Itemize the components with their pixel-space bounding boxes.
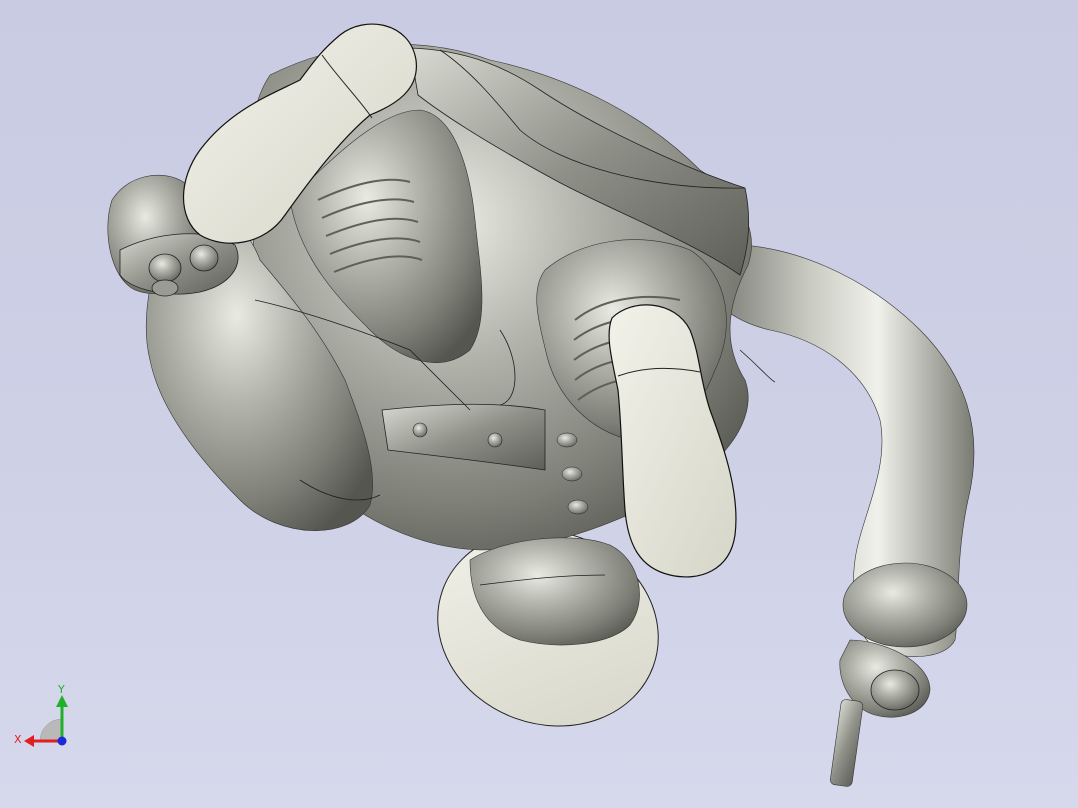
orientation-triad[interactable]: Y X [10, 683, 80, 758]
camera-lens-1 [148, 253, 182, 283]
y-axis-arrow [56, 695, 68, 707]
coat-button-2 [561, 466, 583, 482]
belt-rivet-2 [487, 432, 503, 448]
coat-button-1 [556, 432, 578, 448]
y-axis-label: Y [57, 683, 65, 696]
triad-quarter-disc [39, 718, 63, 742]
revolver-cylinder [870, 669, 920, 711]
3d-viewport[interactable]: Y X [0, 0, 1078, 808]
camera-lens-2 [189, 244, 219, 272]
x-axis-label: X [14, 733, 22, 746]
z-axis-dot [57, 736, 67, 746]
model-view[interactable] [0, 0, 1078, 808]
x-axis-arrow [24, 735, 34, 747]
revolver-barrel [830, 699, 864, 787]
camera-lens-3 [151, 279, 179, 297]
sleeve-cuff [842, 562, 968, 648]
coat-button-3 [567, 499, 589, 515]
belt-rivet-1 [412, 422, 428, 438]
